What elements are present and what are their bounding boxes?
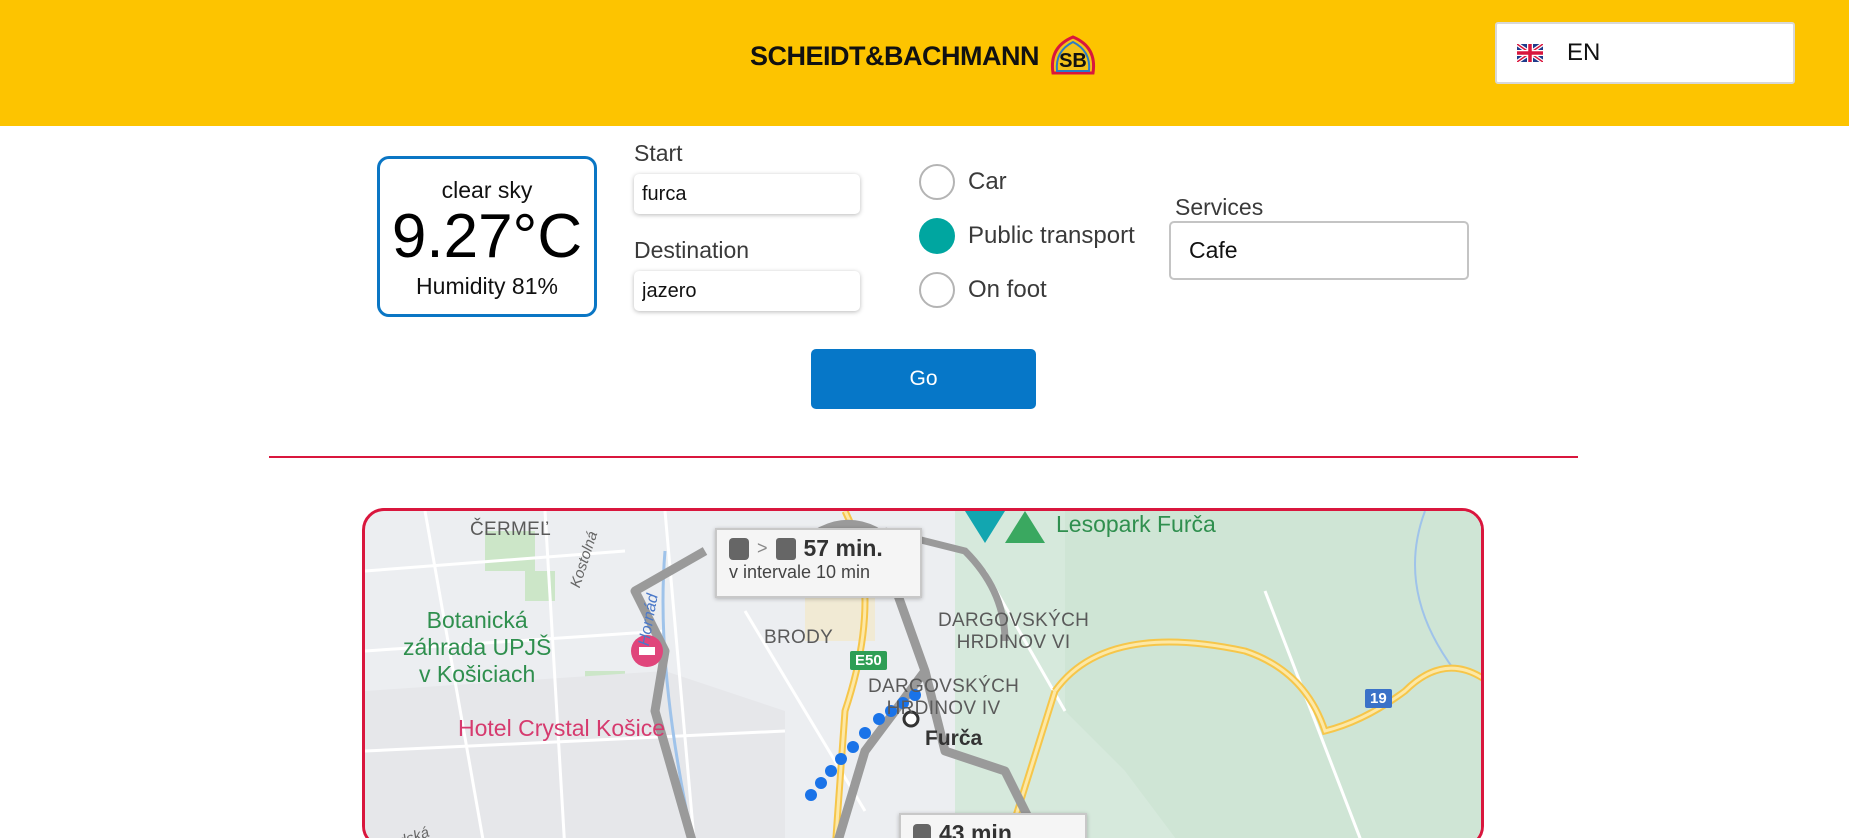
route-info-box-2[interactable]: 43 min [899, 813, 1087, 838]
start-label: Start [634, 140, 683, 166]
radio-on-foot-circle[interactable] [919, 272, 955, 308]
radio-on-foot[interactable]: On foot [919, 272, 1047, 308]
route-time-1: 57 min. [803, 535, 883, 561]
weather-humidity: Humidity 81% [416, 273, 558, 299]
bus-icon [913, 823, 931, 838]
route-time-2: 43 min [939, 820, 1012, 838]
radio-car-label: Car [968, 168, 1007, 195]
sb-logo-icon: SB [1050, 35, 1096, 75]
chevron-right-icon: > [757, 538, 768, 558]
header-bar: SCHEIDT&BACHMANN SB EN [0, 0, 1849, 126]
radio-on-foot-label: On foot [968, 276, 1047, 303]
services-label: Services [1175, 194, 1264, 220]
go-button[interactable]: Go [811, 349, 1036, 409]
language-selector[interactable]: EN [1495, 22, 1795, 84]
weather-temperature: 9.27°C [391, 202, 583, 271]
company-logo[interactable]: SCHEIDT&BACHMANN SB [750, 30, 1099, 82]
road-badge-e50: E50 [850, 651, 887, 670]
route-info-box-1[interactable]: > 57 min. v intervale 10 min [715, 528, 922, 598]
weather-description: clear sky [441, 177, 533, 203]
tram-icon [775, 537, 796, 560]
services-input[interactable] [1169, 221, 1469, 280]
map-label-hotel[interactable]: Hotel Crystal Košice [458, 715, 665, 742]
map-label-dargovskych-vi: DARGOVSKÝCH HRDINOV VI [938, 610, 1090, 653]
route-interval: v intervale 10 min [729, 562, 871, 582]
radio-public-transport-circle[interactable] [919, 218, 955, 254]
bus-icon [729, 537, 749, 560]
uk-flag-icon [1517, 44, 1543, 62]
svg-text:SB: SB [1059, 50, 1087, 72]
radio-public-transport[interactable]: Public transport [919, 218, 1135, 254]
map-label-lesopark: Lesopark Furča [1056, 511, 1216, 537]
radio-car[interactable]: Car [919, 164, 1007, 200]
map-label-cermel: ČERMEĽ [470, 519, 551, 540]
map-label-dargovskych-iv: DARGOVSKÝCH HRDINOV IV [868, 676, 1020, 719]
weather-card: clear sky 9.27°C Humidity 81% [377, 156, 597, 317]
radio-public-transport-label: Public transport [968, 222, 1135, 249]
route-map[interactable]: ČERMEĽ Kostolná Botanická záhrada UPJŠ v… [362, 508, 1484, 838]
radio-car-circle[interactable] [919, 164, 955, 200]
section-divider [269, 456, 1578, 458]
map-label-furca: Furča [925, 727, 983, 750]
language-code: EN [1567, 39, 1601, 66]
start-input[interactable] [634, 174, 860, 214]
destination-label: Destination [634, 237, 750, 263]
logo-text: SCHEIDT&BACHMANN [750, 40, 1040, 71]
map-label-brody: BRODY [764, 627, 834, 648]
road-badge-19: 19 [1365, 689, 1392, 708]
destination-input[interactable] [634, 271, 860, 311]
map-label-botanical-garden: Botanická záhrada UPJŠ v Košiciach [403, 607, 552, 687]
